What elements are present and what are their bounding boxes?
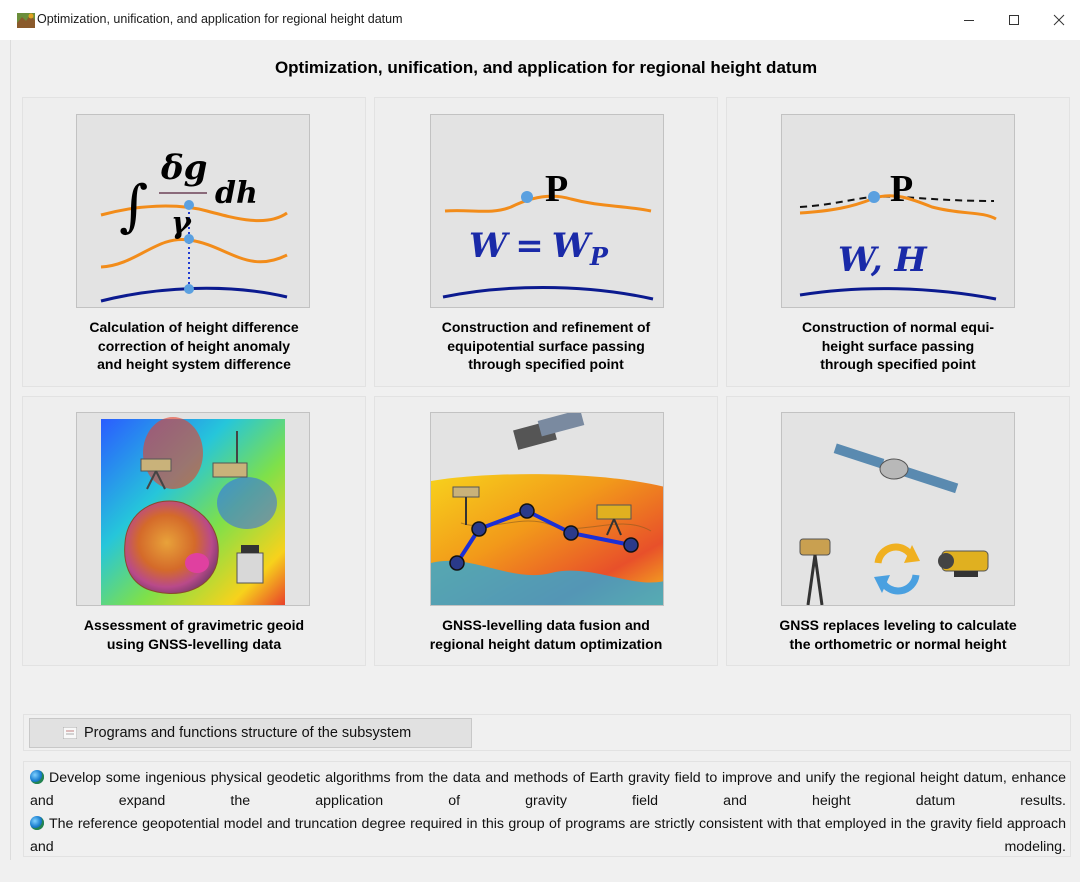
- card-illustration[interactable]: P W, H: [781, 114, 1015, 308]
- formula-lhs: W: [469, 226, 510, 266]
- card-caption: Calculation of height difference correcti…: [89, 319, 299, 372]
- levelling-instrument-icon: [938, 550, 989, 577]
- card-caption: Construction and refinement of equipotent…: [441, 319, 651, 372]
- point-marker: [521, 191, 533, 203]
- satellite-icon: [833, 443, 959, 494]
- card-normal-height-surface[interactable]: P W, H Construction of normal equi-heigh…: [726, 97, 1070, 387]
- formula-rhs: W: [552, 226, 593, 266]
- formula-numerator: δg: [160, 148, 207, 188]
- satellite-icon: [513, 413, 585, 450]
- svg-text:∫: ∫: [119, 174, 148, 239]
- title-bar: Optimization, unification, and applicati…: [0, 0, 1080, 40]
- maximize-icon: [1009, 15, 1019, 25]
- window-title: Optimization, unification, and applicati…: [37, 12, 403, 26]
- card-height-difference-correction[interactable]: ∫ δg γ dh Calculation of height differen…: [22, 97, 366, 387]
- maximize-button[interactable]: [991, 6, 1037, 34]
- close-button[interactable]: [1036, 6, 1080, 34]
- card-illustration[interactable]: ∫ δg γ dh: [76, 114, 310, 308]
- card-caption: Construction of normal equi-height surfa…: [801, 319, 995, 372]
- window-border: [10, 40, 11, 860]
- card-caption: GNSS-levelling data fusion and regional h…: [429, 617, 663, 652]
- card-caption: GNSS replaces leveling to calculate the o…: [779, 617, 1017, 652]
- programs-button-label: Programs and functions structure of the …: [84, 725, 412, 741]
- formula-text: W, H: [838, 240, 929, 280]
- point-marker: [868, 191, 880, 203]
- programs-structure-button[interactable]: Programs and functions structure of the …: [29, 718, 472, 748]
- card-gnss-replaces-levelling[interactable]: GNSS replaces leveling to calculate the o…: [726, 396, 1070, 666]
- card-geoid-assessment[interactable]: Assessment of gravimetric geoid using GNS…: [22, 396, 366, 666]
- minimize-icon: [964, 20, 974, 21]
- description-panel: Develop some ingenious physical geodetic…: [23, 761, 1071, 857]
- formula-differential: dh: [215, 176, 258, 211]
- page-heading: Optimization, unification, and applicati…: [274, 58, 818, 77]
- card-illustration[interactable]: [76, 412, 310, 606]
- point-label: P: [545, 168, 568, 210]
- globe-icon: [30, 770, 44, 784]
- close-icon: [1053, 14, 1065, 26]
- card-illustration[interactable]: [781, 412, 1015, 606]
- point-label: P: [890, 168, 913, 210]
- card-gnss-levelling-fusion[interactable]: GNSS-levelling data fusion and regional h…: [374, 396, 718, 666]
- document-icon: [63, 727, 77, 739]
- minimize-button[interactable]: [946, 6, 992, 34]
- card-illustration[interactable]: P W = WP: [430, 114, 664, 308]
- card-equipotential-surface[interactable]: P W = WP Construction and refinement of equ…: [374, 97, 718, 387]
- svg-text:W=WP: W = WP: [469, 226, 609, 271]
- formula-subscript: P: [589, 242, 609, 271]
- formula-denominator: γ: [171, 206, 192, 241]
- card-caption: Assessment of gravimetric geoid using GNS…: [83, 617, 305, 652]
- gnss-receiver-icon: [799, 538, 831, 605]
- description-item: The reference geopotential model and tru…: [30, 816, 1066, 855]
- swap-arrows-icon: [874, 543, 920, 595]
- globe-icon: [30, 816, 44, 830]
- app-icon: [17, 13, 35, 28]
- card-illustration[interactable]: [430, 412, 664, 606]
